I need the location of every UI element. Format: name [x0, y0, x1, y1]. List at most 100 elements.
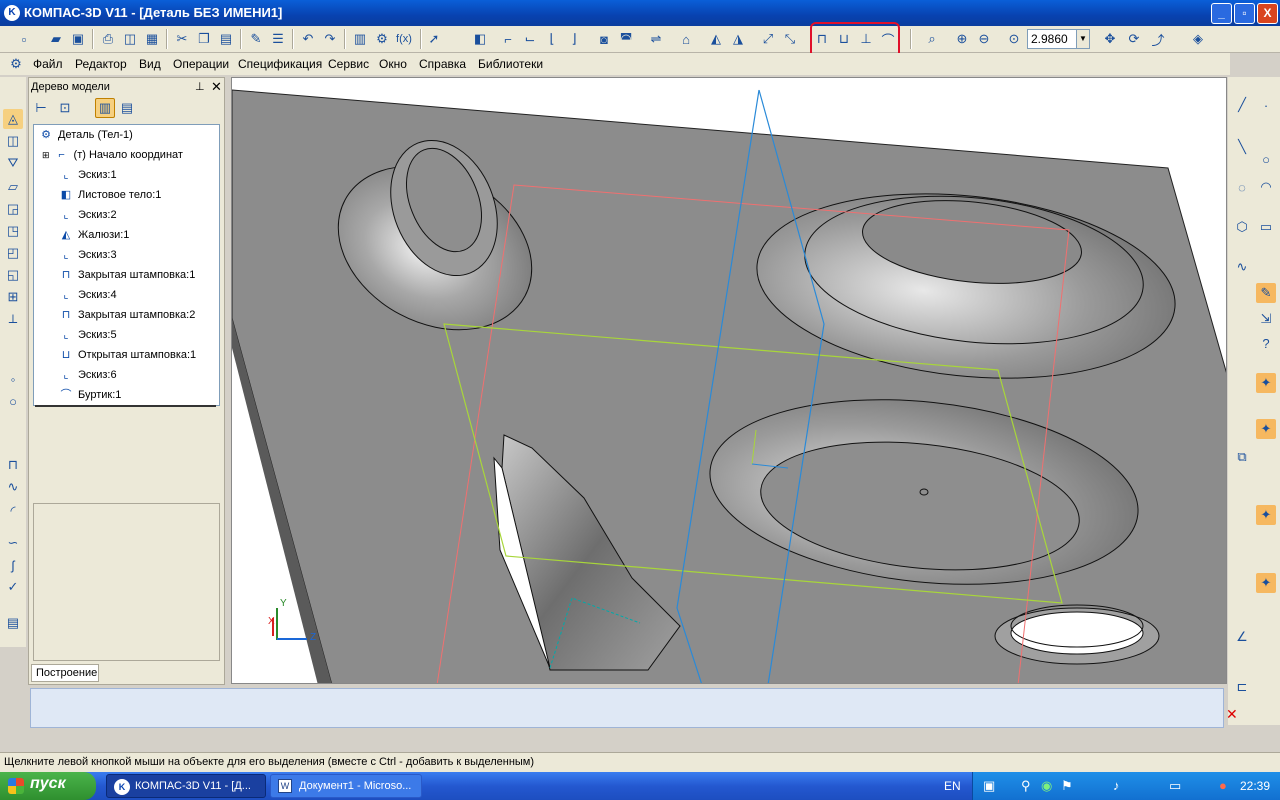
relief-icon[interactable]: ◮: [728, 29, 748, 49]
polygon-draw-icon[interactable]: ⬡: [1232, 217, 1252, 237]
monitor-tray-icon[interactable]: ▣: [983, 778, 995, 794]
circle-tool-icon[interactable]: ○: [3, 391, 23, 411]
variables-icon[interactable]: f(x): [394, 29, 414, 49]
tree-item-open-stamp[interactable]: ⊔ Открытая штамповка:1: [58, 345, 196, 365]
curve-tool-icon[interactable]: ʃ: [3, 555, 23, 575]
display-mode-icon[interactable]: ◈: [1188, 29, 1208, 49]
tree-item-louver[interactable]: ◭ Жалюзи:1: [58, 225, 130, 245]
copy-icon[interactable]: ❐: [194, 29, 214, 49]
point-tool-icon[interactable]: ·: [1256, 95, 1276, 115]
zoom-dropdown-icon[interactable]: ▼: [1076, 29, 1090, 49]
tree-item-closed-stamp2[interactable]: ⊓ Закрытая штамповка:2: [58, 305, 196, 325]
menu-service[interactable]: Сервис: [328, 57, 369, 71]
tree-item-sheet-body[interactable]: ◧ Листовое тело:1: [58, 185, 162, 205]
tree-item-sketch4[interactable]: ⌞ Эскиз:4: [58, 285, 116, 305]
property-bar[interactable]: [30, 688, 1224, 728]
tree-item-sketch3[interactable]: ⌞ Эскиз:3: [58, 245, 116, 265]
shell-icon[interactable]: ⌂: [676, 29, 696, 49]
menu-edit[interactable]: Редактор: [75, 57, 127, 71]
flange-edge-icon[interactable]: ⌋: [564, 29, 584, 49]
mirror-tool-icon[interactable]: ⧉: [1232, 447, 1252, 467]
network-tray-icon[interactable]: ◉: [1041, 778, 1052, 794]
arc-draw-icon[interactable]: ◠: [1256, 177, 1276, 197]
search-tray-icon[interactable]: ⚲: [1021, 778, 1031, 794]
measure-icon[interactable]: ⟂: [3, 309, 23, 329]
rect-tool-icon[interactable]: ⊓: [3, 455, 23, 475]
properties-icon[interactable]: ▦: [142, 29, 162, 49]
pin-icon[interactable]: ⊥: [195, 80, 205, 93]
record-tray-icon[interactable]: ●: [1219, 778, 1227, 793]
menu-specification[interactable]: Спецификация: [238, 57, 322, 71]
angle-tool-icon[interactable]: ∠: [1232, 627, 1252, 647]
bend-tool-icon[interactable]: ∽: [3, 533, 23, 553]
unbend-icon[interactable]: ⇌: [646, 29, 666, 49]
cutout-icon[interactable]: ◚: [616, 29, 636, 49]
extrude-icon[interactable]: ▱: [3, 177, 23, 197]
list-icon[interactable]: ☰: [268, 29, 288, 49]
property-close-icon[interactable]: ✕: [1226, 706, 1238, 723]
format-icon[interactable]: ✎: [246, 29, 266, 49]
tree-detail-icon[interactable]: ▤: [117, 98, 137, 118]
battery-tray-icon[interactable]: ▭: [1169, 778, 1181, 794]
maximize-button[interactable]: ▫: [1234, 3, 1255, 24]
tree-view-icon[interactable]: ⊡: [55, 98, 75, 118]
spline-tool-icon[interactable]: ∿: [3, 477, 23, 497]
zoom-input[interactable]: 2.9860: [1027, 29, 1077, 49]
cut-icon[interactable]: ✂: [172, 29, 192, 49]
point-icon[interactable]: ◦: [3, 369, 23, 389]
settings-tool-icon[interactable]: ▤: [3, 613, 23, 633]
print-preview-icon[interactable]: ◫: [120, 29, 140, 49]
tree-structure-icon[interactable]: ⊢: [31, 98, 51, 118]
help-pointer-icon[interactable]: ➚: [424, 29, 444, 49]
loft-icon[interactable]: ◰: [3, 243, 23, 263]
ellipse-draw-icon[interactable]: ◌: [1232, 177, 1252, 197]
minimize-button[interactable]: _: [1211, 3, 1232, 24]
line-tool-icon[interactable]: ╱: [1232, 95, 1252, 115]
pan-icon[interactable]: ✥: [1100, 29, 1120, 49]
snap-icon-1[interactable]: ✦: [1256, 373, 1276, 393]
orientation-icon[interactable]: ⤴: [1148, 29, 1168, 49]
zoom-frame-icon[interactable]: ⌕: [922, 29, 942, 49]
spline-draw-icon[interactable]: ∿: [1232, 257, 1252, 277]
rect-draw-icon[interactable]: ▭: [1256, 217, 1276, 237]
tree-item-sketch1[interactable]: ⌞ Эскиз:1: [58, 165, 116, 185]
paste-icon[interactable]: ▤: [216, 29, 236, 49]
language-indicator[interactable]: EN: [944, 779, 961, 793]
tab-build[interactable]: Построение: [31, 664, 99, 682]
print-icon[interactable]: ⎙: [98, 29, 118, 49]
manager-icon[interactable]: ▥: [350, 29, 370, 49]
snap-icon-4[interactable]: ✦: [1256, 573, 1276, 593]
revolve-icon[interactable]: ◲: [3, 199, 23, 219]
arc-tool-icon[interactable]: ◜: [3, 501, 23, 521]
fillet-icon[interactable]: ◱: [3, 265, 23, 285]
bend-icon[interactable]: ⌐: [498, 29, 518, 49]
sheet-body-icon[interactable]: ◧: [470, 29, 490, 49]
menu-file[interactable]: Файл: [33, 57, 63, 71]
louver-icon[interactable]: ◭: [706, 29, 726, 49]
tree-item-sketch2[interactable]: ⌞ Эскиз:2: [58, 205, 116, 225]
save-icon[interactable]: ▣: [68, 29, 88, 49]
active-tool-icon[interactable]: ✎: [1256, 283, 1276, 303]
snap-icon-2[interactable]: ✦: [1256, 419, 1276, 439]
sketch-mode-icon[interactable]: ◫: [3, 131, 23, 151]
hole-icon[interactable]: ◙: [594, 29, 614, 49]
menu-view[interactable]: Вид: [139, 57, 161, 71]
tree-item-bead[interactable]: ⌒ Буртик:1: [58, 385, 122, 405]
zoom-in-icon[interactable]: ⊕: [952, 29, 972, 49]
menu-window[interactable]: Окно: [379, 57, 407, 71]
tree-item-origin[interactable]: ⊞ ⌐ (т) Начало координат: [42, 145, 183, 165]
model-viewport[interactable]: Y X Z: [231, 77, 1227, 684]
kinematic-icon[interactable]: ◳: [3, 221, 23, 241]
redo-icon[interactable]: ↷: [320, 29, 340, 49]
flange-icon[interactable]: ⌊: [542, 29, 562, 49]
library-icon[interactable]: ⚙: [372, 29, 392, 49]
zoom-scale-icon[interactable]: ⊙: [1004, 29, 1024, 49]
menu-help[interactable]: Справка: [419, 57, 466, 71]
open-icon[interactable]: ▰: [46, 29, 66, 49]
menu-libraries[interactable]: Библиотеки: [478, 57, 543, 71]
tree-item-part[interactable]: ⚙ Деталь (Тел-1): [38, 125, 133, 145]
new-icon[interactable]: ▫: [14, 29, 34, 49]
tree-item-sketch5[interactable]: ⌞ Эскиз:5: [58, 325, 116, 345]
tree-item-sketch6[interactable]: ⌞ Эскиз:6: [58, 365, 116, 385]
filter-icon[interactable]: ⛛: [3, 153, 23, 173]
